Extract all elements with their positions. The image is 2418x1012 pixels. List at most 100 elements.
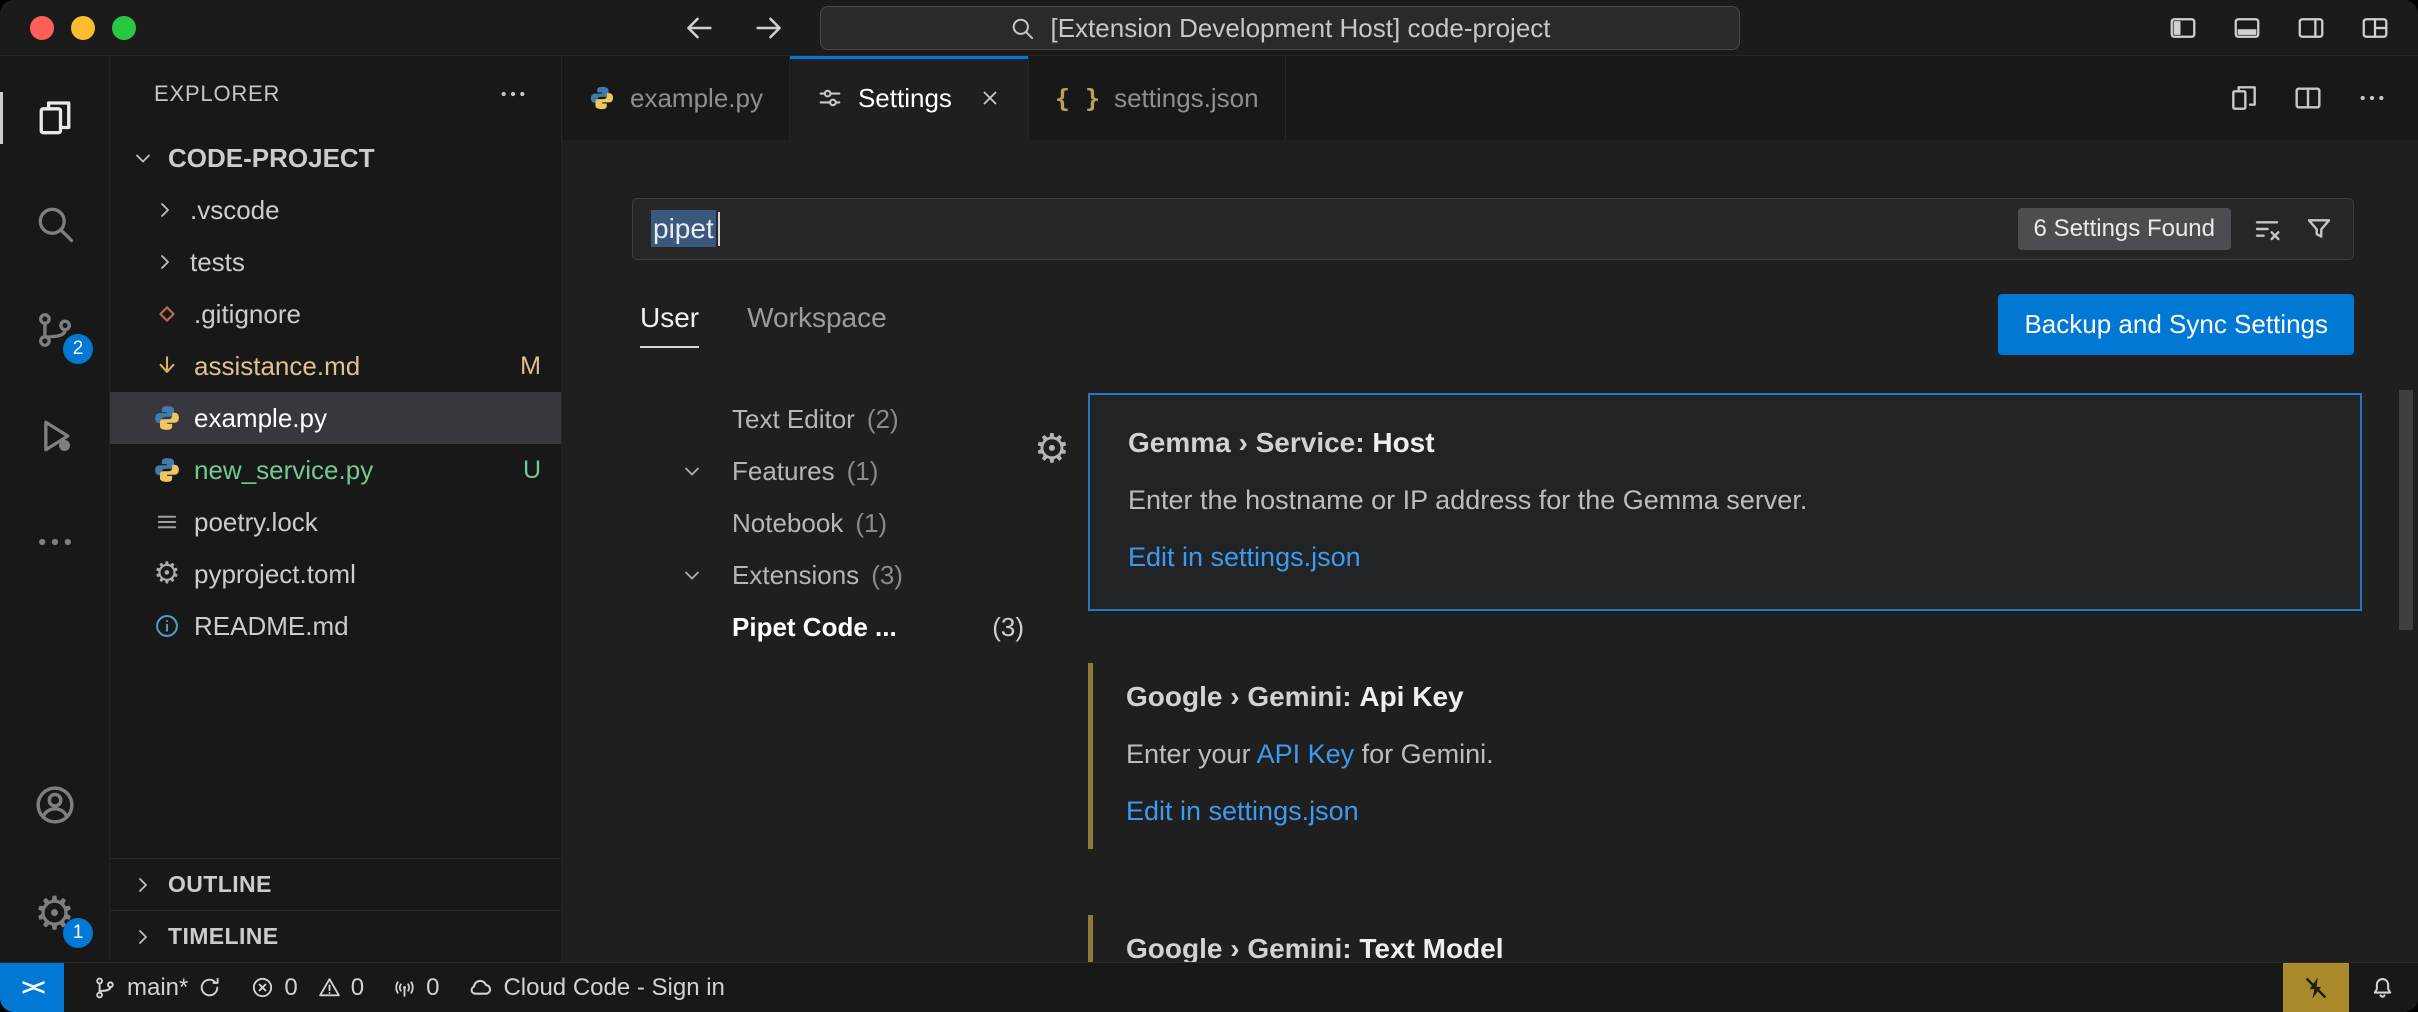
zoom-window-button[interactable] (112, 16, 136, 40)
accounts-button[interactable] (0, 782, 109, 828)
file-tree: CODE-PROJECT .vscode tests (110, 132, 561, 962)
edit-in-settings-json-link[interactable]: Edit in settings.json (1126, 796, 1359, 826)
setting-key: Api Key (1359, 681, 1463, 712)
error-icon (250, 975, 275, 1000)
settings-editor: pipet 6 Settings Found User Worksp (562, 140, 2418, 962)
markdown-icon (150, 352, 184, 380)
ellipsis-icon (33, 520, 77, 564)
forward-icon[interactable] (752, 11, 786, 45)
explorer-activity-button[interactable] (0, 96, 109, 140)
tab-settings-json[interactable]: { } settings.json (1029, 56, 1286, 140)
customize-layout-icon[interactable] (2358, 13, 2392, 43)
close-tab-icon[interactable] (978, 86, 1002, 110)
toc-extensions[interactable]: Extensions (3) (680, 549, 1032, 601)
tree-item-label: tests (190, 247, 245, 278)
setting-category: Gemma › Service: (1128, 427, 1372, 458)
tree-item-poetry-lock[interactable]: poetry.lock (110, 496, 561, 548)
close-window-button[interactable] (30, 16, 54, 40)
json-braces-icon: { } (1055, 84, 1100, 113)
setting-gemini-api-key[interactable]: Google › Gemini: Api Key Enter your API … (1088, 649, 2362, 863)
setting-gemini-text-model[interactable]: Google › Gemini: Text Model (1088, 901, 2362, 962)
search-activity-button[interactable] (0, 202, 109, 246)
toc-label: Extensions (732, 560, 859, 591)
run-debug-activity-button[interactable] (0, 414, 109, 458)
cloud-icon (467, 974, 494, 1001)
back-icon[interactable] (682, 11, 716, 45)
scope-tab-workspace[interactable]: Workspace (747, 302, 887, 348)
minimize-window-button[interactable] (71, 16, 95, 40)
toc-count: (3) (992, 612, 1032, 643)
tree-item-tests[interactable]: tests (110, 236, 561, 288)
tree-item-label: new_service.py (194, 455, 373, 486)
manage-settings-button[interactable]: ⚙ 1 (0, 890, 109, 936)
more-actions-icon[interactable] (2356, 82, 2388, 114)
toc-pipet-code[interactable]: Pipet Code ... (3) (680, 601, 1032, 653)
tree-item-label: .vscode (190, 195, 280, 226)
tree-item-label: pyproject.toml (194, 559, 356, 590)
toggle-sidebar-icon[interactable] (2166, 13, 2200, 43)
settings-search-input[interactable]: pipet 6 Settings Found (632, 198, 2354, 260)
tab-example-py[interactable]: example.py (562, 56, 790, 140)
remote-indicator[interactable]: >< (0, 963, 64, 1012)
tree-item-assistance[interactable]: assistance.md M (110, 340, 561, 392)
chevron-down-icon (680, 459, 732, 483)
tab-label: Settings (858, 83, 952, 114)
split-editor-icon[interactable] (2292, 82, 2324, 114)
chevron-right-icon (128, 925, 158, 949)
setting-gemma-service-host[interactable]: Gemma › Service: Host Enter the hostname… (1088, 393, 2362, 611)
command-center[interactable]: [Extension Development Host] code-projec… (820, 6, 1740, 50)
tree-item-new-service[interactable]: new_service.py U (110, 444, 561, 496)
tree-item-example[interactable]: example.py (110, 392, 561, 444)
toc-text-editor[interactable]: Text Editor (2) (680, 393, 1032, 445)
outline-section-header[interactable]: OUTLINE (110, 858, 561, 910)
vscode-window: [Extension Development Host] code-projec… (0, 0, 2418, 1012)
timeline-section-header[interactable]: TIMELINE (110, 910, 561, 962)
notifications-bell-icon[interactable] (2369, 974, 2396, 1001)
search-icon (33, 202, 77, 246)
toc-label: Notebook (732, 508, 843, 539)
toggle-panel-icon[interactable] (2230, 13, 2264, 43)
backup-sync-button[interactable]: Backup and Sync Settings (1998, 294, 2354, 355)
git-icon (150, 300, 184, 328)
tab-label: settings.json (1114, 83, 1259, 114)
tree-item-pyproject[interactable]: ⚙ pyproject.toml (110, 548, 561, 600)
ports-status-item[interactable]: 0 (392, 974, 439, 1002)
more-views-button[interactable] (0, 520, 109, 564)
clear-search-icon[interactable] (2251, 213, 2283, 245)
setting-title: Gemma › Service: Host (1128, 427, 2322, 459)
toc-count: (2) (867, 404, 899, 435)
edit-in-settings-json-link[interactable]: Edit in settings.json (1128, 542, 1361, 572)
warning-icon (317, 975, 342, 1000)
run-debug-icon (33, 414, 77, 458)
open-changes-icon[interactable] (2228, 82, 2260, 114)
tree-item-readme[interactable]: README.md (110, 600, 561, 652)
setting-gear-icon[interactable]: ⚙ (1034, 429, 1070, 469)
setting-title: Google › Gemini: Api Key (1126, 681, 2324, 713)
description-text: for Gemini. (1354, 739, 1494, 769)
toc-features[interactable]: Features (1) (680, 445, 1032, 497)
cloud-code-status-item[interactable]: Cloud Code - Sign in (467, 974, 724, 1002)
explorer-more-actions-icon[interactable] (497, 78, 529, 110)
branch-name: main* (127, 974, 188, 1002)
tree-item-root[interactable]: CODE-PROJECT (110, 132, 561, 184)
branch-status-item[interactable]: main* (92, 974, 222, 1002)
chevron-down-icon (680, 563, 732, 587)
profiling-status-item[interactable] (2283, 963, 2349, 1012)
filter-icon[interactable] (2303, 213, 2335, 245)
outline-label: OUTLINE (168, 871, 272, 898)
tree-item-vscode[interactable]: .vscode (110, 184, 561, 236)
tab-bar: example.py Settings { } settings.json (562, 56, 2418, 140)
source-control-activity-button[interactable]: 2 (0, 308, 109, 352)
toc-label: Features (732, 456, 835, 487)
scrollbar-thumb[interactable] (2399, 390, 2413, 630)
tree-item-gitignore[interactable]: .gitignore (110, 288, 561, 340)
setting-key: Host (1372, 427, 1434, 458)
api-key-link[interactable]: API Key (1257, 739, 1355, 769)
tab-settings[interactable]: Settings (790, 56, 1029, 140)
scope-tab-user[interactable]: User (640, 302, 699, 348)
chevron-right-icon (150, 198, 180, 222)
toggle-secondary-sidebar-icon[interactable] (2294, 13, 2328, 43)
settings-sliders-icon (816, 84, 844, 112)
toc-notebook[interactable]: Notebook (1) (680, 497, 1032, 549)
problems-status-item[interactable]: 0 0 (250, 974, 364, 1002)
